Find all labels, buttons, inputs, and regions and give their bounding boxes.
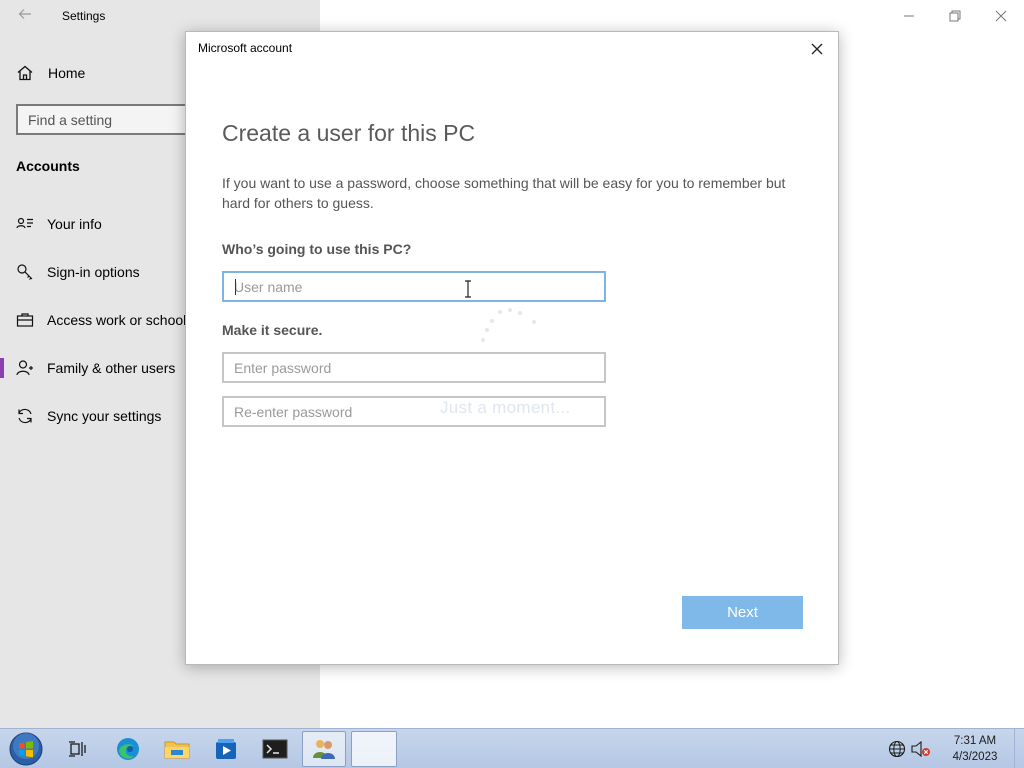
add-person-icon bbox=[16, 360, 33, 376]
password-input[interactable] bbox=[224, 354, 604, 381]
microsoft-account-dialog: Microsoft account Create a user for this… bbox=[185, 31, 839, 665]
minimize-icon bbox=[904, 15, 914, 17]
sidebar-item-label: Access work or school bbox=[47, 312, 187, 328]
restore-icon bbox=[949, 10, 961, 22]
volume-button[interactable] bbox=[910, 738, 932, 760]
clock-date: 4/3/2023 bbox=[952, 751, 998, 763]
home-icon bbox=[17, 65, 33, 81]
close-window-button[interactable] bbox=[978, 0, 1024, 32]
secure-label: Make it secure. bbox=[222, 322, 323, 338]
media-player-button[interactable] bbox=[204, 731, 248, 767]
terminal-icon bbox=[262, 739, 288, 759]
dialog-description: If you want to use a password, choose so… bbox=[222, 175, 786, 211]
show-desktop-button[interactable] bbox=[1014, 729, 1024, 768]
dialog-close-button[interactable] bbox=[808, 40, 826, 58]
back-arrow-icon[interactable] bbox=[14, 6, 36, 28]
clock-time: 7:31 AM bbox=[953, 735, 997, 747]
globe-icon bbox=[888, 740, 906, 758]
close-icon bbox=[995, 10, 1007, 22]
sidebar-item-label: Family & other users bbox=[47, 360, 176, 376]
username-input[interactable] bbox=[224, 273, 604, 300]
system-tray: 7:31 AM 4/3/2023 bbox=[886, 729, 1024, 768]
who-label: Who’s going to use this PC? bbox=[222, 241, 412, 257]
minimize-button[interactable] bbox=[886, 0, 932, 32]
find-setting-search[interactable] bbox=[16, 104, 206, 135]
file-explorer-button[interactable] bbox=[155, 731, 199, 767]
loading-text: Just a moment... bbox=[440, 398, 571, 417]
home-label: Home bbox=[48, 65, 86, 81]
sidebar-item-label: Sign-in options bbox=[47, 264, 140, 280]
media-player-icon bbox=[216, 739, 236, 759]
person-card-icon bbox=[16, 217, 33, 229]
text-caret bbox=[235, 279, 236, 295]
window-controls bbox=[886, 0, 1024, 32]
briefcase-icon bbox=[16, 313, 34, 327]
task-view-button[interactable] bbox=[56, 731, 100, 767]
dialog-title: Microsoft account bbox=[198, 41, 293, 55]
dialog-heading: Create a user for this PC bbox=[222, 120, 476, 146]
sync-icon bbox=[18, 408, 32, 424]
users-icon bbox=[313, 740, 335, 759]
blank-window[interactable] bbox=[351, 731, 397, 767]
edge-button[interactable] bbox=[106, 731, 150, 767]
close-icon bbox=[811, 43, 823, 55]
password-field[interactable] bbox=[222, 352, 606, 383]
taskbar: 7:31 AM 4/3/2023 bbox=[0, 728, 1024, 768]
clock[interactable]: 7:31 AM 4/3/2023 bbox=[938, 733, 1012, 765]
volume-muted-icon bbox=[911, 740, 930, 758]
settings-title: Settings bbox=[62, 9, 106, 23]
ibeam-cursor-icon bbox=[465, 280, 471, 298]
start-orb-icon bbox=[9, 732, 43, 766]
network-button[interactable] bbox=[886, 738, 908, 760]
user-accounts-button[interactable] bbox=[302, 731, 346, 767]
task-view-icon bbox=[69, 741, 86, 757]
section-title: Accounts bbox=[16, 158, 80, 174]
edge-icon bbox=[117, 738, 139, 760]
next-button[interactable]: Next bbox=[682, 596, 803, 629]
sidebar-item-label: Sync your settings bbox=[47, 408, 162, 424]
home-nav[interactable]: Home bbox=[16, 62, 85, 84]
key-icon bbox=[17, 264, 33, 280]
file-explorer-icon bbox=[164, 741, 190, 759]
find-setting-input[interactable] bbox=[18, 106, 204, 133]
loading-spinner-icon bbox=[481, 308, 536, 342]
username-field[interactable] bbox=[222, 271, 606, 302]
terminal-button[interactable] bbox=[253, 731, 297, 767]
sidebar-item-label: Your info bbox=[47, 216, 102, 232]
start-button[interactable] bbox=[6, 731, 46, 767]
restore-button[interactable] bbox=[932, 0, 978, 32]
